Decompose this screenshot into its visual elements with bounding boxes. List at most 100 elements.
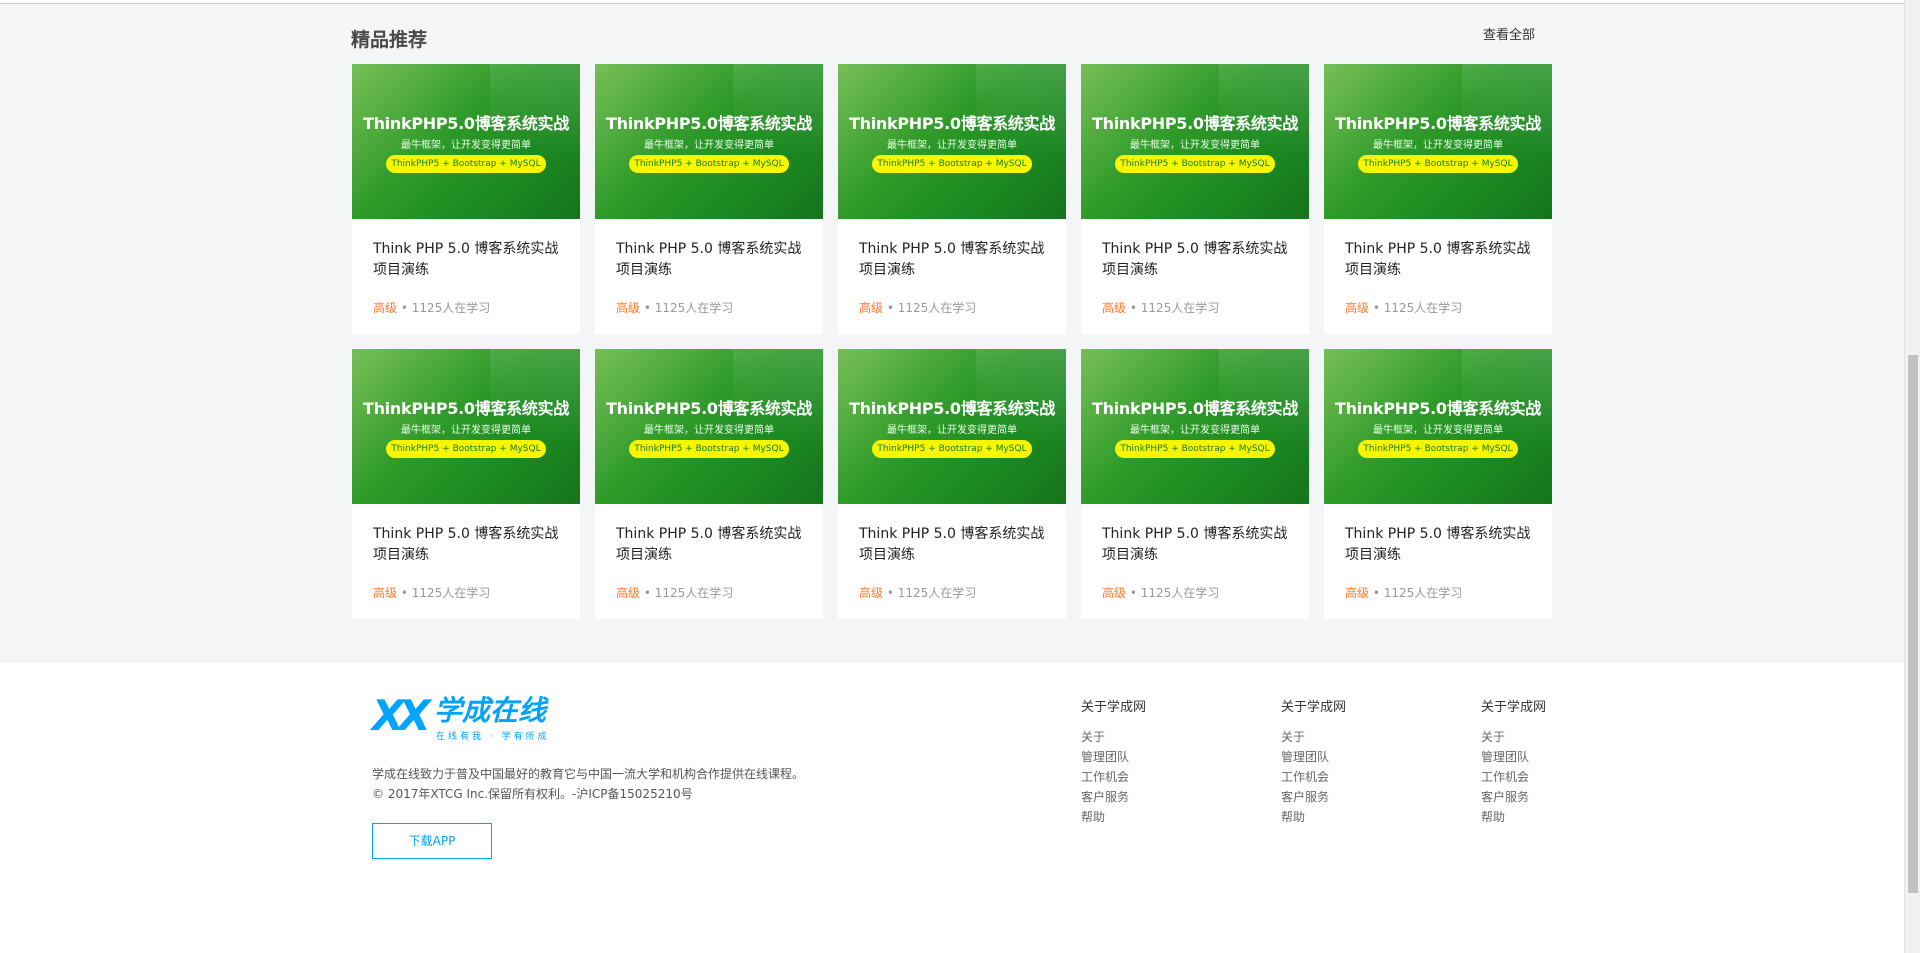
footer-link-help[interactable]: 帮助 <box>1481 807 1591 827</box>
course-banner-image: ThinkPHP5.0博客系统实战 最牛框架，让开发变得更简单 ThinkPHP… <box>1324 64 1552 219</box>
card-body: Think PHP 5.0 博客系统实战项目演练 高级 • 1125人在学习 <box>595 504 823 601</box>
course-card[interactable]: ThinkPHP5.0博客系统实战 最牛框架，让开发变得更简单 ThinkPHP… <box>838 64 1066 334</box>
site-logo[interactable]: XX 学成在线 在线有我 · 学有所成 <box>372 693 572 743</box>
course-banner-image: ThinkPHP5.0博客系统实战 最牛框架，让开发变得更简单 ThinkPHP… <box>1324 349 1552 504</box>
learner-count: 1125人在学习 <box>411 586 491 600</box>
banner-title: ThinkPHP5.0博客系统实战 <box>606 114 812 133</box>
course-title: Think PHP 5.0 博客系统实战项目演练 <box>1102 526 1288 563</box>
footer-link-jobs[interactable]: 工作机会 <box>1481 767 1591 787</box>
footer-link-help[interactable]: 帮助 <box>1281 807 1391 827</box>
learner-count: 1125人在学习 <box>1140 301 1220 315</box>
footer-link-service[interactable]: 客户服务 <box>1281 787 1391 807</box>
section-title: 精品推荐 <box>351 29 428 51</box>
download-app-button[interactable]: 下载APP <box>372 823 492 859</box>
banner-tech-pill: ThinkPHP5 + Bootstrap + MySQL <box>386 440 546 458</box>
course-level: 高级 <box>859 586 884 600</box>
banner-tech-pill: ThinkPHP5 + Bootstrap + MySQL <box>386 155 546 173</box>
page-scrollbar[interactable] <box>1904 0 1920 953</box>
course-title: Think PHP 5.0 博客系统实战项目演练 <box>859 241 1045 278</box>
card-body: Think PHP 5.0 博客系统实战项目演练 高级 • 1125人在学习 <box>1081 219 1309 316</box>
meta-separator: • <box>886 586 894 600</box>
banner-tech-pill: ThinkPHP5 + Bootstrap + MySQL <box>629 440 789 458</box>
footer-link-jobs[interactable]: 工作机会 <box>1281 767 1391 787</box>
course-card[interactable]: ThinkPHP5.0博客系统实战 最牛框架，让开发变得更简单 ThinkPHP… <box>595 64 823 334</box>
banner-tech-pill: ThinkPHP5 + Bootstrap + MySQL <box>1115 155 1275 173</box>
logo-name: 学成在线 <box>434 694 547 727</box>
banner-tech-pill: ThinkPHP5 + Bootstrap + MySQL <box>1358 440 1518 458</box>
learner-count: 1125人在学习 <box>1140 586 1220 600</box>
course-banner-image: ThinkPHP5.0博客系统实战 最牛框架，让开发变得更简单 ThinkPHP… <box>838 64 1066 219</box>
course-card[interactable]: ThinkPHP5.0博客系统实战 最牛框架，让开发变得更简单 ThinkPHP… <box>1081 349 1309 619</box>
banner-tech-pill: ThinkPHP5 + Bootstrap + MySQL <box>629 155 789 173</box>
banner-subtitle: 最牛框架，让开发变得更简单 <box>1130 425 1260 436</box>
banner-subtitle: 最牛框架，让开发变得更简单 <box>887 140 1017 151</box>
course-meta: 高级 • 1125人在学习 <box>373 584 560 601</box>
course-banner-image: ThinkPHP5.0博客系统实战 最牛框架，让开发变得更简单 ThinkPHP… <box>1081 64 1309 219</box>
footer-link-column: 关于学成网 关于 管理团队 工作机会 客户服务 帮助 <box>1281 696 1391 827</box>
banner-tech-pill: ThinkPHP5 + Bootstrap + MySQL <box>872 440 1032 458</box>
banner-title: ThinkPHP5.0博客系统实战 <box>606 399 812 418</box>
course-banner-image: ThinkPHP5.0博客系统实战 最牛框架，让开发变得更简单 ThinkPHP… <box>595 349 823 504</box>
footer-column-title: 关于学成网 <box>1481 700 1547 715</box>
course-level: 高级 <box>859 301 884 315</box>
banner-title: ThinkPHP5.0博客系统实战 <box>1335 114 1541 133</box>
course-card[interactable]: ThinkPHP5.0博客系统实战 最牛框架，让开发变得更简单 ThinkPHP… <box>352 349 580 619</box>
course-meta: 高级 • 1125人在学习 <box>373 299 560 316</box>
footer-link-team[interactable]: 管理团队 <box>1081 747 1191 767</box>
banner-title: ThinkPHP5.0博客系统实战 <box>363 399 569 418</box>
banner-subtitle: 最牛框架，让开发变得更简单 <box>644 140 774 151</box>
card-body: Think PHP 5.0 博客系统实战项目演练 高级 • 1125人在学习 <box>838 504 1066 601</box>
course-card[interactable]: ThinkPHP5.0博客系统实战 最牛框架，让开发变得更简单 ThinkPHP… <box>1324 349 1552 619</box>
footer-link-team[interactable]: 管理团队 <box>1281 747 1391 767</box>
meta-separator: • <box>1372 586 1380 600</box>
view-all-link[interactable]: 查看全部 <box>1483 24 1535 43</box>
course-level: 高级 <box>616 586 641 600</box>
card-body: Think PHP 5.0 博客系统实战项目演练 高级 • 1125人在学习 <box>352 504 580 601</box>
site-footer: XX 学成在线 在线有我 · 学有所成 学成在线致力于普及中国最好的教育它与中国… <box>0 663 1904 953</box>
course-title: Think PHP 5.0 博客系统实战项目演练 <box>859 526 1045 563</box>
footer-link-team[interactable]: 管理团队 <box>1481 747 1591 767</box>
banner-subtitle: 最牛框架，让开发变得更简单 <box>1373 425 1503 436</box>
scrollbar-thumb[interactable] <box>1908 355 1918 893</box>
course-card[interactable]: ThinkPHP5.0博客系统实战 最牛框架，让开发变得更简单 ThinkPHP… <box>1081 64 1309 334</box>
meta-separator: • <box>1372 301 1380 315</box>
banner-subtitle: 最牛框架，让开发变得更简单 <box>401 140 531 151</box>
course-title: Think PHP 5.0 博客系统实战项目演练 <box>1345 241 1531 278</box>
banner-title: ThinkPHP5.0博客系统实战 <box>363 114 569 133</box>
meta-separator: • <box>643 301 651 315</box>
footer-link-about[interactable]: 关于 <box>1481 727 1591 747</box>
banner-subtitle: 最牛框架，让开发变得更简单 <box>401 425 531 436</box>
course-title: Think PHP 5.0 博客系统实战项目演练 <box>616 241 802 278</box>
card-body: Think PHP 5.0 博客系统实战项目演练 高级 • 1125人在学习 <box>1324 219 1552 316</box>
footer-about-text: 学成在线致力于普及中国最好的教育它与中国一流大学和机构合作提供在线课程。 <box>372 767 805 781</box>
course-level: 高级 <box>1102 586 1127 600</box>
course-card[interactable]: ThinkPHP5.0博客系统实战 最牛框架，让开发变得更简单 ThinkPHP… <box>838 349 1066 619</box>
course-banner-image: ThinkPHP5.0博客系统实战 最牛框架，让开发变得更简单 ThinkPHP… <box>595 64 823 219</box>
course-card[interactable]: ThinkPHP5.0博客系统实战 最牛框架，让开发变得更简单 ThinkPHP… <box>352 64 580 334</box>
course-card[interactable]: ThinkPHP5.0博客系统实战 最牛框架，让开发变得更简单 ThinkPHP… <box>595 349 823 619</box>
logo-slogan: 在线有我 · 学有所成 <box>436 732 550 742</box>
learner-count: 1125人在学习 <box>654 301 734 315</box>
meta-separator: • <box>1129 301 1137 315</box>
course-title: Think PHP 5.0 博客系统实战项目演练 <box>1345 526 1531 563</box>
footer-link-column: 关于学成网 关于 管理团队 工作机会 客户服务 帮助 <box>1481 696 1591 827</box>
footer-link-service[interactable]: 客户服务 <box>1481 787 1591 807</box>
main-content: 精品推荐 查看全部 ThinkPHP5.0博客系统实战 最牛框架，让开发变得更简… <box>0 0 1904 663</box>
banner-subtitle: 最牛框架，让开发变得更简单 <box>644 425 774 436</box>
footer-link-about[interactable]: 关于 <box>1281 727 1391 747</box>
course-title: Think PHP 5.0 博客系统实战项目演练 <box>616 526 802 563</box>
footer-link-help[interactable]: 帮助 <box>1081 807 1191 827</box>
banner-subtitle: 最牛框架，让开发变得更简单 <box>1373 140 1503 151</box>
footer-link-jobs[interactable]: 工作机会 <box>1081 767 1191 787</box>
meta-separator: • <box>400 301 408 315</box>
footer-link-service[interactable]: 客户服务 <box>1081 787 1191 807</box>
card-body: Think PHP 5.0 博客系统实战项目演练 高级 • 1125人在学习 <box>1324 504 1552 601</box>
card-body: Think PHP 5.0 博客系统实战项目演练 高级 • 1125人在学习 <box>1081 504 1309 601</box>
course-level: 高级 <box>1102 301 1127 315</box>
footer-link-about[interactable]: 关于 <box>1081 727 1191 747</box>
course-title: Think PHP 5.0 博客系统实战项目演练 <box>1102 241 1288 278</box>
card-body: Think PHP 5.0 博客系统实战项目演练 高级 • 1125人在学习 <box>595 219 823 316</box>
meta-separator: • <box>1129 586 1137 600</box>
course-card[interactable]: ThinkPHP5.0博客系统实战 最牛框架，让开发变得更简单 ThinkPHP… <box>1324 64 1552 334</box>
learner-count: 1125人在学习 <box>411 301 491 315</box>
